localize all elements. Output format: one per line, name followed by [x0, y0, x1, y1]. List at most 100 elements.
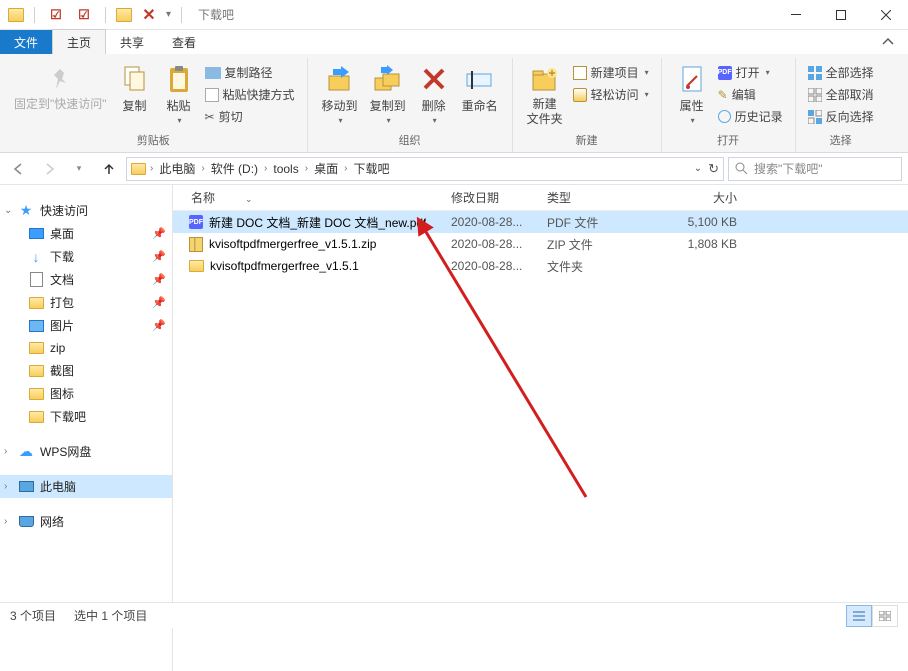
pin-icon [44, 63, 76, 95]
file-row[interactable]: PDF新建 DOC 文档_新建 DOC 文档_new.pdf2020-08-28… [173, 211, 908, 233]
pic-icon [29, 320, 44, 332]
copy-path-button[interactable]: 复制路径 [201, 62, 299, 83]
search-input[interactable]: 搜索"下载吧" [728, 157, 902, 181]
list-icon [853, 611, 865, 621]
chevron-right-icon[interactable]: › [199, 163, 206, 174]
window-title: 下载吧 [198, 6, 234, 23]
qat-check-1[interactable]: ☑ [45, 4, 67, 26]
pin-quick-access-button[interactable]: 固定到"快速访问" [8, 60, 113, 115]
file-date: 2020-08-28... [443, 237, 539, 251]
tab-file[interactable]: 文件 [0, 30, 52, 54]
nav-label: 文档 [50, 271, 74, 288]
minimize-button[interactable] [773, 0, 818, 30]
easy-access-button[interactable]: 轻松访问▾ [569, 84, 653, 105]
invert-icon [808, 110, 822, 124]
close-button[interactable] [863, 0, 908, 30]
back-button[interactable] [6, 156, 32, 182]
tab-share[interactable]: 共享 [106, 30, 158, 54]
copy-button[interactable]: 复制 [113, 60, 157, 117]
arrow-right-icon [42, 162, 56, 176]
nav-network[interactable]: › 网络 [0, 510, 172, 533]
tab-home[interactable]: 主页 [52, 29, 106, 54]
open-button[interactable]: PDF打开▾ [714, 62, 787, 83]
crumb-1[interactable]: 软件 (D:) [209, 159, 260, 178]
delete-button[interactable]: 删除▾ [412, 60, 456, 128]
rename-button[interactable]: 重命名 [456, 60, 504, 117]
crumb-0[interactable]: 此电脑 [157, 159, 197, 178]
paste-button[interactable]: 粘贴 ▾ [157, 60, 201, 128]
select-all-button[interactable]: 全部选择 [804, 62, 878, 83]
recent-dropdown[interactable]: ▾ [66, 156, 92, 182]
nav-wps[interactable]: › ☁ WPS网盘 [0, 440, 172, 463]
pin-icon: 📌 [152, 250, 166, 263]
view-details-button[interactable] [846, 605, 872, 627]
properties-button[interactable]: 属性▾ [670, 60, 714, 128]
nav-qa-item[interactable]: 打包📌 [0, 291, 172, 314]
nav-qa-item[interactable]: ↓下载📌 [0, 245, 172, 268]
copy-to-button[interactable]: 复制到▾ [364, 60, 412, 128]
maximize-button[interactable] [818, 0, 863, 30]
nav-this-pc[interactable]: › 此电脑 [0, 475, 172, 498]
crumb-4[interactable]: 下载吧 [351, 159, 391, 178]
col-name[interactable]: 名称⌄ [173, 189, 443, 206]
status-bar: 3 个项目 选中 1 个项目 [0, 602, 908, 628]
move-to-button[interactable]: 移动到▾ [316, 60, 364, 128]
nav-qa-item[interactable]: 截图 [0, 359, 172, 382]
move-to-icon [324, 63, 356, 95]
navigation-pane: ⌄ ★ 快速访问 桌面📌↓下载📌文档📌打包📌图片📌zip截图图标下载吧 › ☁ … [0, 185, 173, 671]
edit-icon: ✎ [718, 88, 728, 102]
paste-icon [163, 63, 195, 95]
file-type: 文件夹 [539, 258, 635, 275]
forward-button[interactable] [36, 156, 62, 182]
col-type[interactable]: 类型 [539, 189, 635, 206]
file-row[interactable]: kvisoftpdfmergerfree_v1.5.1.zip2020-08-2… [173, 233, 908, 255]
nav-qa-item[interactable]: 文档📌 [0, 268, 172, 291]
invert-selection-button[interactable]: 反向选择 [804, 106, 878, 127]
history-button[interactable]: 历史记录 [714, 106, 787, 127]
tab-view[interactable]: 查看 [158, 30, 210, 54]
qat-close-red[interactable]: ✕ [138, 4, 160, 26]
file-row[interactable]: kvisoftpdfmergerfree_v1.5.12020-08-28...… [173, 255, 908, 277]
ribbon-collapse-button[interactable] [868, 36, 908, 48]
nav-label: zip [50, 341, 65, 355]
paste-shortcut-button[interactable]: 粘贴快捷方式 [201, 84, 299, 105]
chevron-right-icon[interactable]: › [262, 163, 269, 174]
nav-qa-item[interactable]: zip [0, 337, 172, 359]
cut-button[interactable]: ✂剪切 [201, 106, 299, 127]
pin-icon: 📌 [152, 227, 166, 240]
nav-qa-item[interactable]: 下载吧 [0, 405, 172, 428]
check-icon: ☑ [50, 7, 62, 23]
col-date[interactable]: 修改日期 [443, 189, 539, 206]
chevron-right-icon[interactable]: › [303, 163, 310, 174]
easy-access-icon [573, 88, 587, 102]
up-button[interactable] [96, 156, 122, 182]
chevron-right-icon[interactable]: › [148, 163, 155, 174]
file-name: kvisoftpdfmergerfree_v1.5.1 [210, 259, 359, 273]
chevron-down-icon: ▾ [77, 163, 82, 174]
address-bar: ▾ › 此电脑 › 软件 (D:) › tools › 桌面 › 下载吧 ⌄ ↻… [0, 153, 908, 185]
nav-qa-item[interactable]: 桌面📌 [0, 222, 172, 245]
file-size: 5,100 KB [635, 215, 745, 229]
edit-button[interactable]: ✎编辑 [714, 84, 787, 105]
new-item-button[interactable]: 新建项目▾ [569, 62, 653, 83]
select-none-button[interactable]: 全部取消 [804, 84, 878, 105]
qat-check-2[interactable]: ☑ [73, 4, 95, 26]
desktop-icon [29, 228, 44, 239]
view-large-icons-button[interactable] [872, 605, 898, 627]
crumb-3[interactable]: 桌面 [312, 159, 340, 178]
nav-quick-access[interactable]: ⌄ ★ 快速访问 [0, 199, 172, 222]
folder-icon [29, 388, 44, 400]
copy-icon [119, 63, 151, 95]
col-size[interactable]: 大小 [635, 189, 745, 206]
chevron-down-icon: ▾ [178, 116, 182, 125]
breadcrumb-bar[interactable]: › 此电脑 › 软件 (D:) › tools › 桌面 › 下载吧 ⌄ ↻ [126, 157, 724, 181]
chevron-right-icon[interactable]: › [342, 163, 349, 174]
nav-qa-item[interactable]: 图标 [0, 382, 172, 405]
new-folder-button[interactable]: 新建 文件夹 [521, 60, 569, 130]
crumb-2[interactable]: tools [271, 161, 300, 177]
nav-qa-item[interactable]: 图片📌 [0, 314, 172, 337]
refresh-icon[interactable]: ↻ [708, 161, 719, 177]
chevron-down-icon: ⌄ [245, 194, 253, 204]
qat-dropdown-icon[interactable]: ▾ [166, 9, 171, 20]
chevron-down-icon[interactable]: ⌄ [694, 163, 702, 174]
